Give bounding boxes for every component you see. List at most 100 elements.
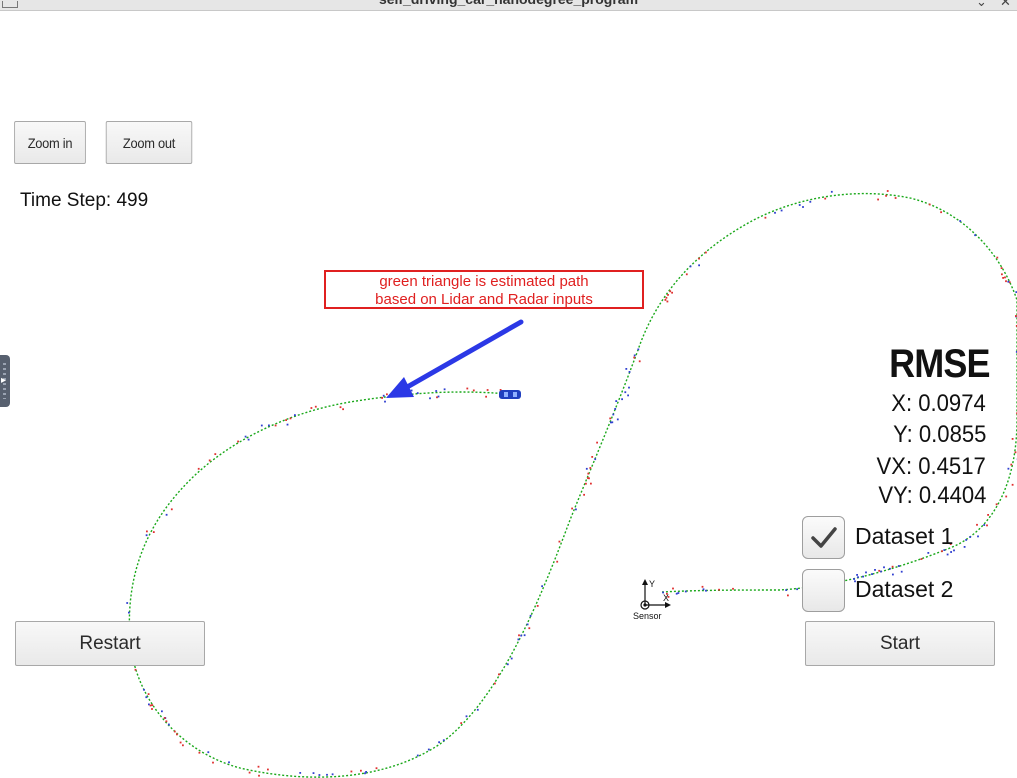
measurement-marker: [625, 368, 628, 370]
measurement-marker: [702, 588, 705, 591]
dataset-1-label[interactable]: Dataset 1: [855, 523, 953, 550]
measurement-marker: [342, 408, 344, 411]
sensor-label: Sensor: [633, 611, 662, 621]
measurement-marker: [883, 566, 885, 569]
measurement-marker: [145, 534, 148, 537]
annotation-callout: green triangle is estimated path based o…: [324, 270, 644, 309]
measurement-marker: [146, 530, 148, 533]
measurement-marker: [667, 294, 669, 296]
measurement-marker: [633, 354, 636, 357]
measurement-marker: [427, 748, 430, 751]
measurement-marker: [928, 203, 931, 206]
measurement-marker: [260, 424, 263, 427]
measurement-marker: [628, 386, 630, 389]
measurement-marker: [339, 406, 342, 409]
measurement-marker: [871, 573, 873, 575]
measurement-marker: [787, 594, 789, 597]
checkmark-icon: [811, 527, 837, 548]
measurement-marker: [443, 388, 446, 391]
measurement-marker: [247, 438, 250, 441]
dataset-1-checkbox[interactable]: [802, 516, 845, 559]
measurement-marker: [517, 638, 520, 641]
sensor-axis-x: X: [663, 593, 669, 603]
measurement-marker: [486, 389, 489, 391]
dataset-2-label[interactable]: Dataset 2: [855, 576, 953, 603]
measurement-marker: [318, 774, 321, 776]
chevron-right-icon: ▸: [1, 375, 7, 386]
measurement-marker: [498, 673, 500, 676]
measurement-marker: [442, 739, 445, 742]
measurement-marker: [1007, 467, 1010, 470]
measurement-marker: [666, 300, 669, 303]
measurement-marker: [698, 257, 700, 260]
measurement-marker: [587, 472, 590, 475]
zoom-out-button[interactable]: Zoom out: [105, 121, 193, 164]
measurement-marker: [705, 589, 707, 592]
measurement-marker: [889, 567, 891, 570]
measurement-marker: [983, 524, 986, 526]
measurement-marker: [289, 417, 292, 420]
measurement-marker: [147, 693, 150, 695]
measurement-marker: [558, 540, 561, 543]
measurement-marker: [494, 682, 496, 685]
measurement-marker: [946, 553, 949, 556]
measurement-marker: [583, 493, 585, 496]
measurement-marker: [310, 407, 313, 409]
measurement-marker: [880, 570, 882, 573]
measurement-marker: [671, 291, 673, 294]
measurement-marker: [267, 768, 269, 771]
measurement-marker: [145, 696, 148, 699]
measurement-marker: [526, 623, 529, 626]
measurement-marker: [774, 211, 776, 214]
measurement-marker: [965, 539, 968, 541]
rmse-title: RMSE: [889, 342, 991, 386]
measurement-marker: [609, 417, 612, 420]
measurement-marker: [830, 190, 833, 193]
measurement-marker: [897, 565, 900, 567]
measurement-marker: [520, 634, 523, 637]
annotation-line-2: based on Lidar and Radar inputs: [375, 291, 593, 308]
measurement-marker: [208, 459, 211, 462]
measurement-marker: [207, 751, 210, 754]
side-panel-handle[interactable]: ▸: [0, 355, 10, 407]
measurement-marker: [152, 531, 155, 533]
measurement-marker: [151, 704, 154, 706]
measurement-marker: [465, 715, 468, 718]
measurement-marker: [248, 771, 251, 774]
restart-button[interactable]: Restart: [15, 621, 205, 666]
measurement-marker: [995, 503, 998, 506]
measurement-marker: [212, 761, 214, 764]
measurement-marker: [986, 524, 988, 527]
measurement-marker: [591, 456, 594, 458]
measurement-marker: [628, 371, 631, 373]
measurement-marker: [375, 767, 378, 770]
rmse-vx-value: VX: 0.4517: [876, 453, 986, 480]
measurement-marker: [435, 390, 438, 392]
measurement-marker: [257, 765, 260, 768]
measurement-marker: [1007, 280, 1010, 283]
measurement-marker: [365, 771, 367, 773]
start-button[interactable]: Start: [805, 621, 995, 666]
measurement-marker: [698, 264, 700, 267]
measurement-marker: [1011, 483, 1014, 486]
measurement-marker: [996, 256, 999, 259]
measurement-marker: [701, 585, 704, 588]
measurement-marker: [796, 588, 798, 591]
dataset-2-checkbox[interactable]: [802, 569, 845, 612]
measurement-marker: [612, 413, 615, 416]
zoom-in-button[interactable]: Zoom in: [14, 121, 86, 164]
measurement-marker: [386, 393, 388, 396]
measurement-marker: [589, 467, 592, 469]
measurement-marker: [165, 720, 168, 723]
measurement-marker: [126, 602, 129, 604]
measurement-marker: [510, 657, 513, 660]
measurement-marker: [764, 216, 767, 219]
measurement-marker: [179, 741, 182, 744]
measurement-marker: [865, 571, 867, 574]
measurement-marker: [575, 508, 577, 511]
measurement-marker: [621, 398, 623, 401]
measurement-marker: [523, 634, 526, 637]
measurement-marker: [689, 265, 692, 268]
measurement-marker: [900, 570, 903, 573]
sensor-axis-y: Y: [649, 579, 655, 589]
